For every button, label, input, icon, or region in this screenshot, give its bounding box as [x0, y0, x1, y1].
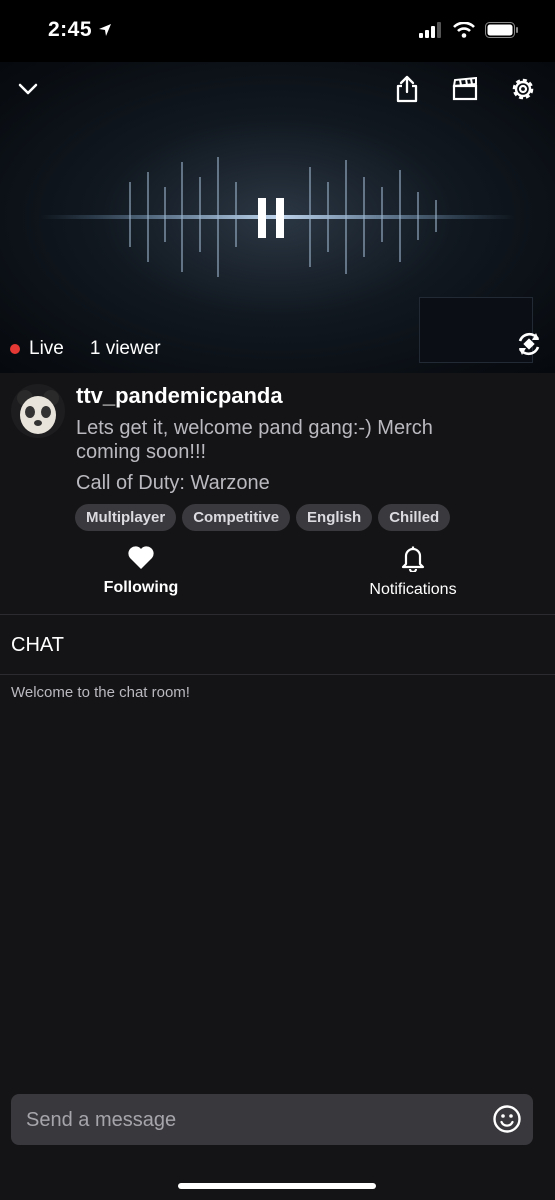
status-bar: 2:45 — [0, 0, 555, 62]
notifications-label: Notifications — [369, 581, 457, 598]
tag-list: Multiplayer Competitive English Chilled — [75, 504, 451, 531]
video-toolbar — [389, 72, 541, 106]
battery-icon — [485, 22, 518, 38]
chat-welcome-message: Welcome to the chat room! — [11, 684, 190, 701]
pause-button[interactable] — [258, 198, 284, 238]
following-label: Following — [103, 579, 179, 596]
emoji-button[interactable] — [492, 1104, 522, 1139]
avatar[interactable] — [11, 384, 65, 438]
rotate-button[interactable] — [511, 327, 547, 361]
live-label: Live — [29, 338, 64, 359]
stream-title: Lets get it, welcome pand gang:-) Merch … — [76, 417, 433, 463]
clapperboard-icon — [452, 77, 478, 101]
heart-icon — [128, 546, 154, 569]
rotate-screen-icon — [518, 332, 540, 356]
home-indicator[interactable] — [178, 1183, 376, 1189]
message-input[interactable] — [24, 1094, 488, 1147]
live-indicator-dot — [10, 344, 20, 354]
bell-icon — [401, 546, 425, 574]
tag[interactable]: Chilled — [378, 504, 451, 531]
gear-icon — [512, 78, 534, 100]
status-time: 2:45 — [48, 18, 112, 42]
panda-avatar-icon — [17, 390, 59, 434]
settings-button[interactable] — [505, 72, 541, 106]
chevron-down-icon — [18, 83, 38, 95]
tag[interactable]: English — [296, 504, 373, 531]
action-row: Following Notifications — [0, 545, 555, 605]
status-icons — [419, 22, 519, 38]
divider — [0, 674, 555, 675]
cellular-signal-icon — [419, 22, 441, 38]
share-button[interactable] — [389, 72, 425, 106]
live-status: Live 1 viewer — [10, 338, 161, 360]
pause-icon-bar — [276, 198, 284, 238]
tag[interactable]: Multiplayer — [75, 504, 177, 531]
wifi-icon — [453, 22, 475, 38]
tag[interactable]: Competitive — [182, 504, 291, 531]
following-button[interactable]: Following — [51, 545, 231, 597]
game-name[interactable]: Call of Duty: Warzone — [76, 472, 270, 495]
share-icon — [396, 75, 418, 103]
chat-title: CHAT — [11, 634, 64, 656]
notifications-button[interactable]: Notifications — [323, 545, 503, 599]
message-composer — [11, 1094, 533, 1147]
collapse-button[interactable] — [10, 72, 46, 106]
smiley-icon — [493, 1105, 521, 1133]
clip-button[interactable] — [447, 72, 483, 106]
streamer-name[interactable]: ttv_pandemicpanda — [76, 383, 283, 409]
location-arrow-icon — [99, 24, 112, 37]
video-player[interactable]: Live 1 viewer — [0, 62, 555, 373]
divider — [0, 614, 555, 615]
pause-icon — [258, 198, 266, 238]
viewer-count: 1 viewer — [89, 338, 161, 359]
